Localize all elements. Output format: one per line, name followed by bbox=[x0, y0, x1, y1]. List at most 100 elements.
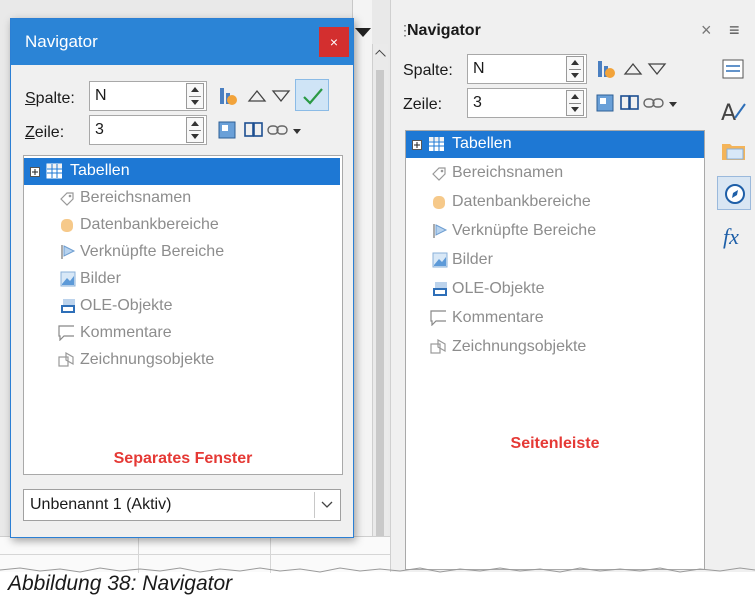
document-select[interactable]: Unbenannt 1 (Aktiv) bbox=[23, 489, 341, 521]
content-view-icon[interactable] bbox=[217, 85, 239, 107]
linked-area-icon bbox=[433, 224, 448, 238]
tree-item-ole-objekte[interactable]: OLE-Objekte bbox=[24, 293, 340, 320]
spreadsheet-column-strip bbox=[352, 0, 372, 572]
figure-caption: Abbildung 38: Navigator bbox=[8, 572, 233, 595]
tree-item-datenbankbereiche[interactable]: Datenbankbereiche bbox=[406, 189, 704, 216]
toggle-button[interactable] bbox=[295, 79, 329, 111]
tree-item-bilder[interactable]: Bilder bbox=[406, 247, 704, 274]
tree-item-verknuepfte-bereiche[interactable]: Verknüpfte Bereiche bbox=[24, 239, 340, 266]
table-icon bbox=[429, 137, 444, 151]
svg-text:A: A bbox=[721, 101, 736, 126]
book-icon[interactable] bbox=[619, 94, 641, 112]
tree-item-verknuepfte-bereiche[interactable]: Verknüpfte Bereiche bbox=[406, 218, 704, 245]
tree-item-bilder[interactable]: Bilder bbox=[24, 266, 340, 293]
comment-icon bbox=[58, 325, 74, 341]
column-label: Spalte: bbox=[403, 62, 453, 79]
chevron-down-icon[interactable] bbox=[669, 102, 677, 107]
tree-item-ole-objekte[interactable]: OLE-Objekte bbox=[406, 276, 704, 303]
book-icon[interactable] bbox=[243, 121, 265, 139]
triangle-down-icon[interactable] bbox=[647, 60, 667, 78]
gallery-icon[interactable] bbox=[721, 140, 747, 162]
column-value: N bbox=[95, 87, 107, 104]
tree-item-label: Kommentare bbox=[452, 309, 544, 326]
range-name-icon bbox=[60, 192, 74, 206]
column-spin-buttons[interactable] bbox=[566, 56, 584, 82]
tree-item-label: OLE-Objekte bbox=[80, 297, 173, 314]
database-range-icon bbox=[433, 196, 445, 209]
triangle-down-icon[interactable] bbox=[271, 87, 291, 105]
tree-item-label: Datenbankbereiche bbox=[452, 193, 591, 210]
menu-icon[interactable]: ≡ bbox=[729, 20, 740, 41]
properties-icon[interactable] bbox=[721, 58, 745, 80]
document-select-value: Unbenannt 1 (Aktiv) bbox=[30, 496, 172, 513]
row-spin-buttons[interactable] bbox=[566, 90, 584, 116]
expand-icon[interactable] bbox=[412, 140, 428, 156]
tree-item-label: Kommentare bbox=[80, 324, 172, 341]
content-tree[interactable]: Tabellen Bereichsnamen Datenbankbereiche… bbox=[405, 130, 705, 570]
tree-item-bereichsnamen[interactable]: Bereichsnamen bbox=[24, 185, 340, 212]
drawing-object-icon bbox=[430, 339, 446, 354]
drawing-object-icon bbox=[58, 352, 74, 367]
column-spinbox[interactable]: N bbox=[89, 81, 207, 111]
link-icon[interactable] bbox=[643, 96, 665, 110]
scroll-up-icon[interactable] bbox=[375, 49, 386, 61]
tree-item-label: Bereichsnamen bbox=[452, 164, 564, 181]
tree-item-label: Tabellen bbox=[452, 135, 512, 152]
expand-icon[interactable] bbox=[30, 167, 46, 183]
row-value: 3 bbox=[473, 94, 482, 111]
tree-item-label: Zeichnungsobjekte bbox=[452, 338, 587, 355]
close-icon[interactable]: × bbox=[319, 27, 349, 57]
checkmark-icon bbox=[303, 88, 323, 105]
tree-item-label: Bilder bbox=[452, 251, 493, 268]
tree-item-tabellen[interactable]: Tabellen bbox=[24, 158, 340, 185]
image-icon bbox=[60, 271, 76, 287]
column-label: Spalte: bbox=[25, 90, 75, 107]
styles-icon[interactable]: A bbox=[721, 98, 747, 126]
chevron-down-icon[interactable] bbox=[314, 492, 338, 518]
row-spin-buttons[interactable] bbox=[186, 117, 204, 143]
drag-mode-icon[interactable] bbox=[595, 93, 615, 113]
dropdown-arrow-icon[interactable] bbox=[355, 28, 371, 37]
link-icon[interactable] bbox=[267, 123, 289, 137]
triangle-up-icon[interactable] bbox=[623, 60, 643, 78]
row-label-text: eile: bbox=[34, 124, 65, 141]
ole-object-icon bbox=[433, 282, 447, 296]
tree-item-kommentare[interactable]: Kommentare bbox=[24, 320, 340, 347]
content-view-icon[interactable] bbox=[595, 58, 617, 80]
column-spinbox[interactable]: N bbox=[467, 54, 587, 84]
tree-item-datenbankbereiche[interactable]: Datenbankbereiche bbox=[24, 212, 340, 239]
comment-icon bbox=[430, 310, 446, 326]
scrollbar-thumb[interactable] bbox=[376, 70, 384, 540]
window-mode-note: Separates Fenster bbox=[113, 450, 253, 467]
close-icon[interactable]: × bbox=[701, 20, 712, 41]
tree-item-label: Verknüpfte Bereiche bbox=[452, 222, 597, 239]
drag-mode-icon[interactable] bbox=[217, 120, 237, 140]
tree-item-tabellen[interactable]: Tabellen bbox=[406, 131, 704, 158]
range-name-icon bbox=[432, 167, 446, 181]
chevron-down-icon[interactable] bbox=[293, 129, 301, 134]
tree-item-label: Tabellen bbox=[70, 162, 130, 179]
functions-icon[interactable]: fx bbox=[723, 224, 739, 250]
row-spinbox[interactable]: 3 bbox=[467, 88, 587, 118]
column-spin-buttons[interactable] bbox=[186, 83, 204, 109]
row-value: 3 bbox=[95, 121, 104, 138]
navigator-tab[interactable] bbox=[717, 176, 751, 210]
tree-item-kommentare[interactable]: Kommentare bbox=[406, 305, 704, 332]
tree-item-zeichnungsobjekte[interactable]: Zeichnungsobjekte bbox=[24, 347, 340, 374]
navigator-window: Navigator × Spalte: N Zeile: 3 Tabellen bbox=[10, 18, 354, 538]
linked-area-icon bbox=[61, 245, 76, 259]
tree-item-label: Verknüpfte Bereiche bbox=[80, 243, 225, 260]
tree-item-label: Datenbankbereiche bbox=[80, 216, 219, 233]
tree-item-bereichsnamen[interactable]: Bereichsnamen bbox=[406, 160, 704, 187]
window-titlebar[interactable]: Navigator × bbox=[11, 19, 353, 65]
navigator-icon bbox=[725, 184, 745, 204]
content-tree[interactable]: Tabellen Bereichsnamen Datenbankbereiche… bbox=[23, 155, 343, 475]
tree-item-zeichnungsobjekte[interactable]: Zeichnungsobjekte bbox=[406, 334, 704, 361]
tree-item-label: Bereichsnamen bbox=[80, 189, 192, 206]
table-icon bbox=[46, 163, 62, 179]
sidebar-deck: A fx bbox=[713, 48, 755, 572]
row-spinbox[interactable]: 3 bbox=[89, 115, 207, 145]
sidebar-mode-note: Seitenleiste bbox=[510, 435, 600, 452]
triangle-up-icon[interactable] bbox=[247, 87, 267, 105]
image-icon bbox=[432, 252, 448, 268]
